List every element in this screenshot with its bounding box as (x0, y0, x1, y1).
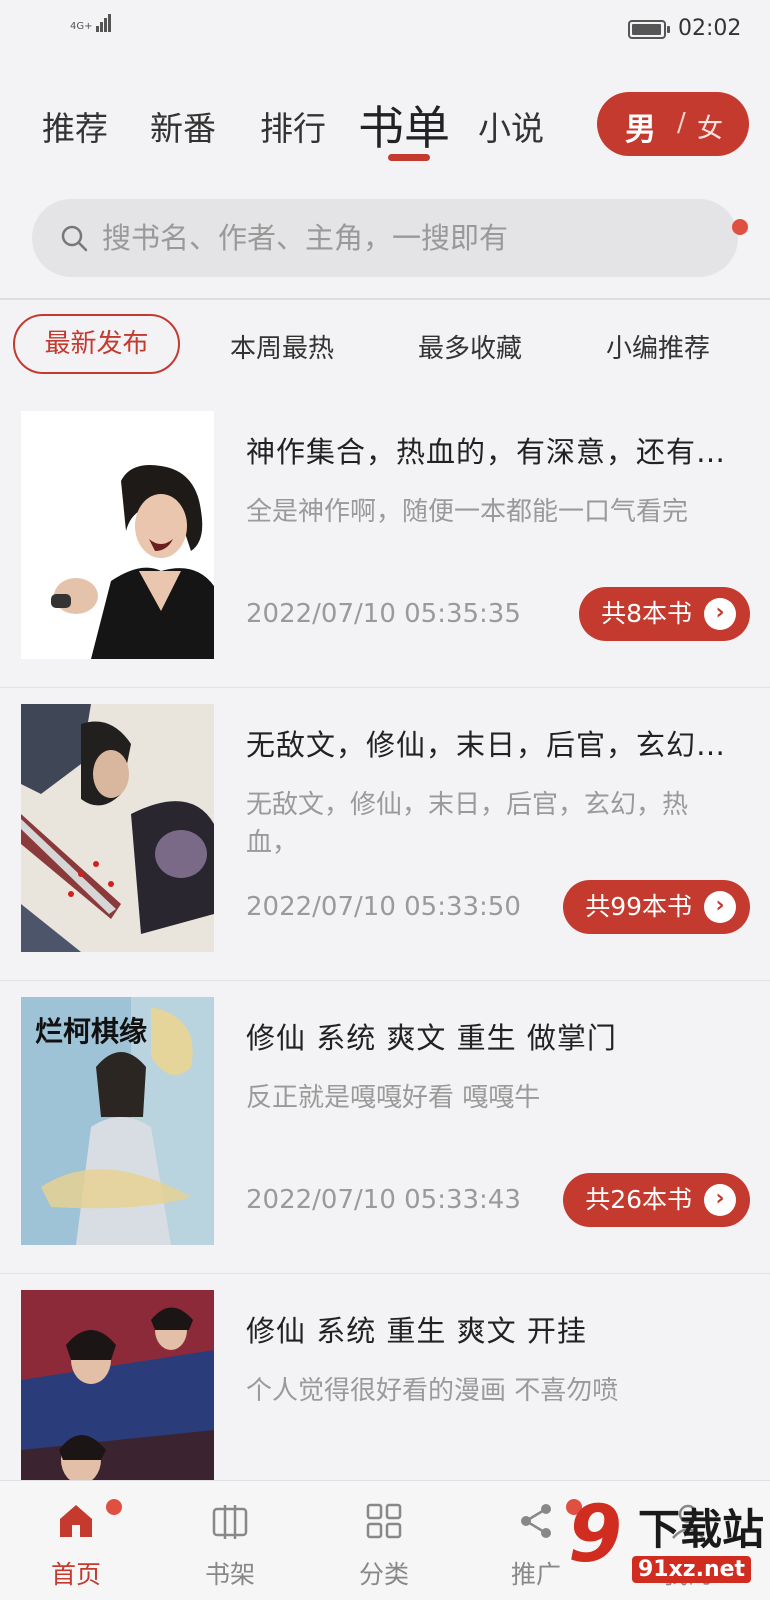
filter-editor-picks[interactable]: 小编推荐 (606, 328, 710, 365)
tab-new[interactable]: 新番 (150, 102, 216, 150)
nav-home[interactable]: 首页 (16, 1481, 136, 1600)
status-bar: 4G+ 02:02 (0, 0, 770, 60)
nav-bookshelf-label: 书架 (204, 1560, 255, 1589)
home-icon (60, 1505, 92, 1537)
booklist-title: 无敌文，修仙，末日，后官，玄幻… (246, 728, 727, 762)
battery-icon (628, 20, 670, 39)
search-input[interactable] (102, 209, 702, 267)
booklist-title: 修仙 系统 重生 爽文 开挂 (246, 1314, 587, 1348)
network-type: 4G+ (70, 21, 93, 32)
booklist-description: 无敌文，修仙，末日，后官，玄幻，热血， (246, 790, 689, 858)
booklist-date: 2022/07/10 05:35:35 (246, 599, 521, 629)
book-count-button[interactable]: 共26本书 › (563, 1173, 750, 1227)
watermark-mark: 9 (568, 1490, 623, 1580)
tab-recommend[interactable]: 推荐 (42, 102, 108, 150)
active-tab-indicator (388, 154, 430, 161)
booklist-title: 修仙 系统 爽文 重生 做掌门 (246, 1021, 617, 1055)
chevron-right-icon: › (704, 891, 736, 923)
search-bar[interactable] (32, 199, 748, 277)
list-item[interactable]: 烂柯棋缘 修仙 系统 爽文 重生 做掌门 反正就是嘎嘎好看 嘎嘎牛 2022/0… (0, 981, 770, 1274)
tab-booklist[interactable]: 书单 (358, 92, 450, 158)
booklist-cover[interactable]: 烂柯棋缘 (21, 997, 214, 1245)
cover-title-text: 烂柯棋缘 (35, 1015, 147, 1048)
divider (0, 298, 770, 300)
chevron-right-icon: › (704, 598, 736, 630)
book-count-label: 共26本书 (585, 1185, 692, 1214)
watermark-logo: 9 下载站 91xz.net (568, 1490, 770, 1600)
nav-home-badge (106, 1499, 122, 1515)
list-item[interactable]: 无敌文，修仙，末日，后官，玄幻… 无敌文，修仙，末日，后官，玄幻，热血， 202… (0, 688, 770, 981)
booklist-date: 2022/07/10 05:33:50 (246, 892, 521, 922)
booklist-cover[interactable] (21, 411, 214, 659)
watermark-url: 91xz.net (632, 1556, 752, 1583)
filter-latest[interactable]: 最新发布 (13, 314, 180, 374)
book-count-label: 共8本书 (601, 599, 692, 628)
search-icon (61, 225, 88, 252)
book-count-label: 共99本书 (585, 892, 692, 921)
booklist-description: 个人觉得很好看的漫画 不喜勿喷 (246, 1376, 619, 1406)
filter-tabs: 最新发布 本周最热 最多收藏 小编推荐 (0, 314, 770, 376)
gender-female[interactable]: 女 (697, 108, 723, 145)
filter-weekly-hot[interactable]: 本周最热 (230, 328, 334, 365)
tab-ranking[interactable]: 排行 (260, 102, 326, 150)
share-icon (521, 1504, 551, 1538)
book-count-button[interactable]: 共8本书 › (579, 587, 750, 641)
booklist-cover[interactable] (21, 704, 214, 952)
clock: 02:02 (678, 16, 742, 41)
booklist-description: 反正就是嘎嘎好看 嘎嘎牛 (246, 1083, 541, 1113)
booklist-description: 全是神作啊，随便一本都能一口气看完 (246, 497, 689, 527)
nav-bookshelf[interactable]: 书架 (170, 1481, 290, 1600)
gender-toggle[interactable]: 男 / 女 (597, 92, 749, 156)
notification-dot (732, 219, 748, 235)
list-item[interactable]: 神作集合，热血的，有深意，还有… 全是神作啊，随便一本都能一口气看完 2022/… (0, 395, 770, 688)
nav-category-label: 分类 (358, 1560, 409, 1589)
category-icon (366, 1503, 402, 1539)
bookshelf-icon (212, 1505, 248, 1539)
tab-novel[interactable]: 小说 (478, 102, 544, 150)
filter-most-favorited[interactable]: 最多收藏 (418, 328, 522, 365)
booklist-title: 神作集合，热血的，有深意，还有… (246, 435, 727, 469)
booklist-date: 2022/07/10 05:33:43 (246, 1185, 521, 1215)
book-count-button[interactable]: 共99本书 › (563, 880, 750, 934)
gender-male[interactable]: 男 (625, 104, 656, 149)
watermark-title: 下载站 (638, 1505, 765, 1554)
nav-category[interactable]: 分类 (324, 1481, 444, 1600)
chevron-right-icon: › (704, 1184, 736, 1216)
signal-icon: 4G+ (70, 14, 112, 32)
nav-home-label: 首页 (50, 1560, 101, 1589)
gender-separator: / (677, 108, 686, 138)
